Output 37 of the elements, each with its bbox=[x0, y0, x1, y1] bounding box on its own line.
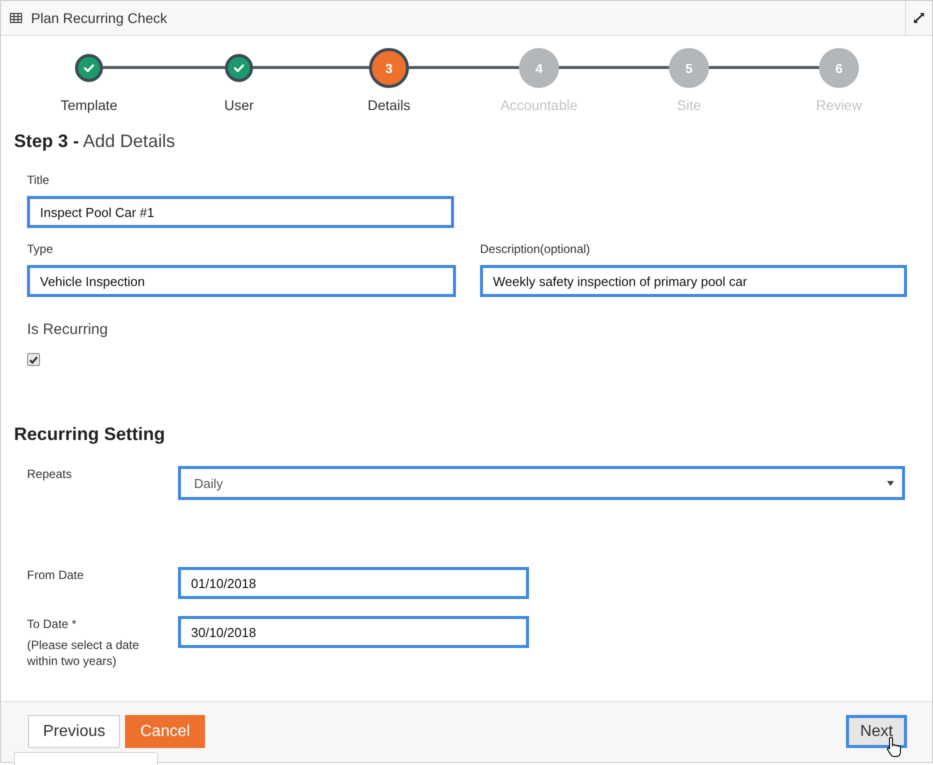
field-label: Description(optional) bbox=[480, 242, 590, 256]
step-label: Site bbox=[676, 97, 702, 113]
checkmark-icon bbox=[29, 356, 38, 364]
step-label: Review bbox=[816, 97, 862, 113]
check-circle-icon bbox=[75, 54, 103, 82]
field-label: Repeats bbox=[27, 467, 73, 481]
hand-cursor-icon bbox=[886, 736, 902, 758]
field-label: From Date bbox=[27, 568, 85, 582]
step-number: 4 bbox=[519, 48, 559, 88]
step-label: Template bbox=[60, 97, 118, 113]
dialog-title: Plan Recurring Check bbox=[31, 10, 168, 26]
repeats-select[interactable]: Daily bbox=[178, 466, 905, 500]
step-label: Accountable bbox=[500, 97, 578, 113]
table-icon bbox=[10, 13, 22, 23]
field-label: Title bbox=[27, 173, 50, 187]
checkbox[interactable] bbox=[27, 353, 40, 366]
type-input[interactable]: Vehicle Inspection bbox=[27, 265, 456, 297]
description-input[interactable]: Weekly safety inspection of primary pool car bbox=[480, 265, 907, 297]
step-label: User bbox=[224, 97, 254, 113]
to-date-input[interactable]: 30/10/2018 bbox=[178, 616, 529, 648]
step-heading: Step 3 - Add Details bbox=[14, 130, 176, 152]
footer-button[interactable]: Next bbox=[846, 715, 907, 748]
footer-button[interactable]: Previous bbox=[28, 715, 120, 748]
step-number: 6 bbox=[819, 48, 859, 88]
expand-icon bbox=[913, 12, 925, 24]
title-input[interactable]: Inspect Pool Car #1 bbox=[27, 196, 454, 228]
check-circle-icon bbox=[225, 54, 253, 82]
step-number: 3 bbox=[369, 48, 409, 88]
section-heading: Recurring Setting bbox=[14, 423, 166, 445]
caret-icon bbox=[887, 480, 894, 486]
field-label: Type bbox=[27, 242, 54, 256]
recurring-label: Is Recurring bbox=[27, 321, 108, 339]
step-label: Details bbox=[368, 97, 410, 113]
from-date-input[interactable]: 01/10/2018 bbox=[178, 567, 529, 599]
step-number: 5 bbox=[669, 48, 709, 88]
field-label: To Date * bbox=[27, 617, 76, 631]
field-hint: (Please select a date within two years) bbox=[27, 637, 140, 669]
